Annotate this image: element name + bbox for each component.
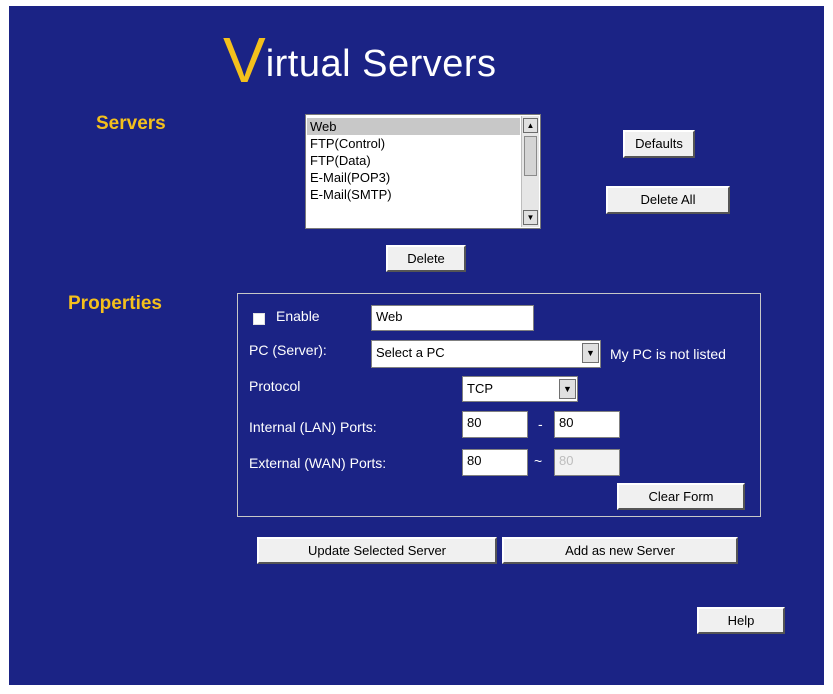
add-new-server-button[interactable]: Add as new Server — [502, 537, 738, 564]
clear-form-button[interactable]: Clear Form — [617, 483, 745, 510]
enable-label: Enable — [276, 308, 320, 324]
listbox-scrollbar[interactable]: ▲ ▼ — [521, 116, 539, 227]
server-name-field[interactable]: Web — [371, 305, 534, 331]
page-title: Virtual Servers — [223, 28, 497, 92]
protocol-select[interactable]: TCP ▼ — [462, 376, 578, 402]
title-text: irtual Servers — [265, 43, 497, 85]
pc-server-select[interactable]: Select a PC ▼ — [371, 340, 601, 368]
external-port-end-field[interactable]: 80 — [554, 449, 620, 476]
defaults-button[interactable]: Defaults — [623, 130, 695, 158]
server-listbox[interactable]: Web FTP(Control) FTP(Data) E-Mail(POP3) … — [305, 114, 541, 229]
update-selected-server-button[interactable]: Update Selected Server — [257, 537, 497, 564]
scroll-down-arrow-icon[interactable]: ▼ — [523, 210, 538, 225]
pc-server-value: Select a PC — [376, 345, 445, 360]
server-list-item[interactable]: Web — [307, 118, 520, 135]
protocol-value: TCP — [467, 381, 493, 396]
enable-checkbox[interactable] — [253, 313, 265, 325]
server-list-item[interactable]: FTP(Control) — [307, 135, 520, 152]
title-initial: V — [223, 24, 266, 96]
chevron-down-icon[interactable]: ▼ — [559, 379, 576, 399]
delete-all-button[interactable]: Delete All — [606, 186, 730, 214]
delete-button[interactable]: Delete — [386, 245, 466, 272]
help-button[interactable]: Help — [697, 607, 785, 634]
external-port-start-field[interactable]: 80 — [462, 449, 528, 476]
external-ports-label: External (WAN) Ports: — [249, 455, 387, 471]
server-list-item[interactable]: FTP(Data) — [307, 152, 520, 169]
pc-not-listed-label: My PC is not listed — [610, 346, 726, 362]
chevron-down-icon[interactable]: ▼ — [582, 343, 599, 363]
scroll-thumb[interactable] — [524, 136, 537, 176]
internal-port-separator: - — [538, 416, 543, 432]
server-list-item[interactable]: E-Mail(SMTP) — [307, 186, 520, 203]
scroll-up-arrow-icon[interactable]: ▲ — [523, 118, 538, 133]
internal-port-end-field[interactable]: 80 — [554, 411, 620, 438]
internal-ports-label: Internal (LAN) Ports: — [249, 419, 377, 435]
protocol-label: Protocol — [249, 378, 301, 394]
server-list-items: Web FTP(Control) FTP(Data) E-Mail(POP3) … — [307, 118, 520, 203]
properties-heading: Properties — [68, 293, 162, 314]
external-port-separator: ~ — [534, 453, 543, 469]
pc-server-label: PC (Server): — [249, 342, 327, 358]
server-list-item[interactable]: E-Mail(POP3) — [307, 169, 520, 186]
servers-heading: Servers — [96, 113, 166, 134]
internal-port-start-field[interactable]: 80 — [462, 411, 528, 438]
